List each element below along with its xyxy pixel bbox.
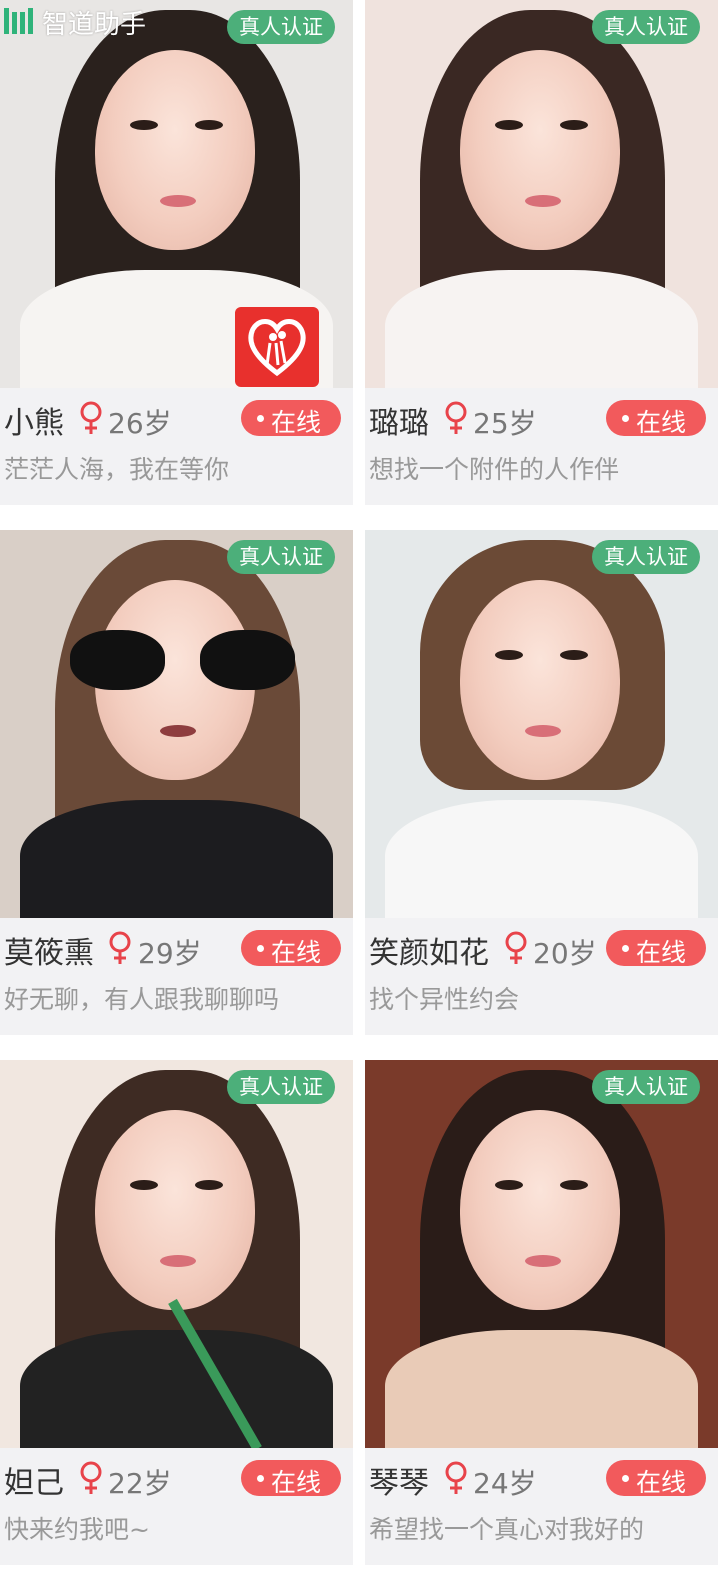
brand-logo-icon <box>4 8 33 34</box>
photo-lips <box>160 1255 196 1267</box>
photo-body <box>20 1330 333 1448</box>
photo-face <box>460 1110 620 1310</box>
photo-eye <box>495 1180 523 1190</box>
profile-photo[interactable]: 真人认证 <box>365 0 718 388</box>
profile-photo[interactable]: 真人认证 <box>365 530 718 918</box>
profile-bio: 希望找一个真心对我好的 <box>369 1515 645 1544</box>
photo-eye <box>130 1180 158 1190</box>
photo-eye <box>195 120 223 130</box>
online-status-label: 在线 <box>636 1468 687 1497</box>
photo-lips <box>525 1255 561 1267</box>
profile-bio: 想找一个附件的人作伴 <box>369 455 620 484</box>
status-dot <box>257 1475 264 1482</box>
verified-badge: 真人认证 <box>592 10 700 44</box>
status-dot <box>622 945 629 952</box>
photo-lips <box>160 725 196 737</box>
photo-eye <box>495 650 523 660</box>
profile-photo[interactable]: 真人认证 <box>0 530 353 918</box>
photo-body <box>385 270 698 388</box>
profile-name: 笑颜如花 <box>369 936 489 971</box>
profile-card[interactable]: 真人认证 笑颜如花 20岁 在线 找个异性约会 <box>365 530 718 1035</box>
profile-photo[interactable]: 真人认证 <box>0 1060 353 1448</box>
profile-name: 小熊 <box>4 406 64 441</box>
online-status-label: 在线 <box>636 938 687 967</box>
profile-card[interactable]: 真人认证 小熊 26岁 在线 茫茫人海，我在等你 <box>0 0 353 505</box>
female-icon <box>505 931 527 964</box>
online-status-badge: 在线 <box>606 930 706 967</box>
status-dot <box>257 415 264 422</box>
photo-face <box>95 50 255 250</box>
verified-badge: 真人认证 <box>592 1070 700 1104</box>
online-status-badge: 在线 <box>606 1460 706 1497</box>
photo-body <box>20 800 333 918</box>
verified-badge: 真人认证 <box>227 10 335 44</box>
verified-badge: 真人认证 <box>227 540 335 574</box>
photo-face <box>95 1110 255 1310</box>
online-status-label: 在线 <box>271 408 322 437</box>
profile-name: 琴琴 <box>369 1466 429 1501</box>
profile-age: 22岁 <box>108 1467 172 1500</box>
profile-info-row: 琴琴 24岁 在线 <box>365 1448 718 1508</box>
verified-badge: 真人认证 <box>227 1070 335 1104</box>
female-icon <box>80 401 102 434</box>
profile-photo[interactable]: 真人认证 <box>365 1060 718 1448</box>
profile-info-row: 小熊 26岁 在线 <box>0 388 353 448</box>
female-icon <box>445 401 467 434</box>
profile-age: 20岁 <box>533 937 597 970</box>
profile-name: 妲己 <box>4 1466 64 1501</box>
photo-body <box>385 1330 698 1448</box>
profile-age: 24岁 <box>473 1467 537 1500</box>
online-status-badge: 在线 <box>241 400 341 437</box>
online-status-label: 在线 <box>636 408 687 437</box>
online-status-label: 在线 <box>271 938 322 967</box>
online-status-badge: 在线 <box>241 1460 341 1497</box>
photo-face <box>460 50 620 250</box>
female-icon <box>80 1461 102 1494</box>
profile-bio: 找个异性约会 <box>369 985 520 1014</box>
female-icon <box>445 1461 467 1494</box>
photo-eye <box>195 1180 223 1190</box>
profile-info-row: 莫筱熏 29岁 在线 <box>0 918 353 978</box>
profile-bio: 好无聊，有人跟我聊聊吗 <box>4 985 280 1014</box>
online-status-badge: 在线 <box>241 930 341 967</box>
photo-eye <box>560 650 588 660</box>
watermark-text: 智道助手 <box>42 10 147 40</box>
profile-grid: 真人认证 小熊 26岁 在线 茫茫人海，我在等你 真人认证 璐璐 25岁 在线 … <box>0 0 720 1573</box>
profile-bio: 茫茫人海，我在等你 <box>4 455 230 484</box>
profile-bio: 快来约我吧~ <box>4 1515 150 1544</box>
photo-eye <box>560 1180 588 1190</box>
app-logo-icon <box>235 307 319 387</box>
profile-age: 26岁 <box>108 407 172 440</box>
photo-eye <box>495 120 523 130</box>
profile-name: 莫筱熏 <box>4 936 94 971</box>
status-dot <box>257 945 264 952</box>
profile-info-row: 妲己 22岁 在线 <box>0 1448 353 1508</box>
profile-info-row: 笑颜如花 20岁 在线 <box>365 918 718 978</box>
verified-badge: 真人认证 <box>592 540 700 574</box>
photo-body <box>385 800 698 918</box>
photo-lips <box>525 725 561 737</box>
photo-lips <box>525 195 561 207</box>
photo-lips <box>160 195 196 207</box>
photo-face <box>460 580 620 780</box>
profile-name: 璐璐 <box>369 406 429 441</box>
profile-age: 29岁 <box>138 937 202 970</box>
profile-info-row: 璐璐 25岁 在线 <box>365 388 718 448</box>
status-dot <box>622 415 629 422</box>
photo-eye <box>560 120 588 130</box>
profile-age: 25岁 <box>473 407 537 440</box>
profile-card[interactable]: 真人认证 琴琴 24岁 在线 希望找一个真心对我好的 <box>365 1060 718 1565</box>
profile-photo[interactable]: 真人认证 <box>0 0 353 388</box>
online-status-label: 在线 <box>271 1468 322 1497</box>
sunglasses <box>70 630 300 700</box>
online-status-badge: 在线 <box>606 400 706 437</box>
profile-card[interactable]: 真人认证 妲己 22岁 在线 快来约我吧~ <box>0 1060 353 1565</box>
status-dot <box>622 1475 629 1482</box>
female-icon <box>109 931 131 964</box>
profile-card[interactable]: 真人认证 璐璐 25岁 在线 想找一个附件的人作伴 <box>365 0 718 505</box>
profile-card[interactable]: 真人认证 莫筱熏 29岁 在线 好无聊，有人跟我聊聊吗 <box>0 530 353 1035</box>
photo-eye <box>130 120 158 130</box>
